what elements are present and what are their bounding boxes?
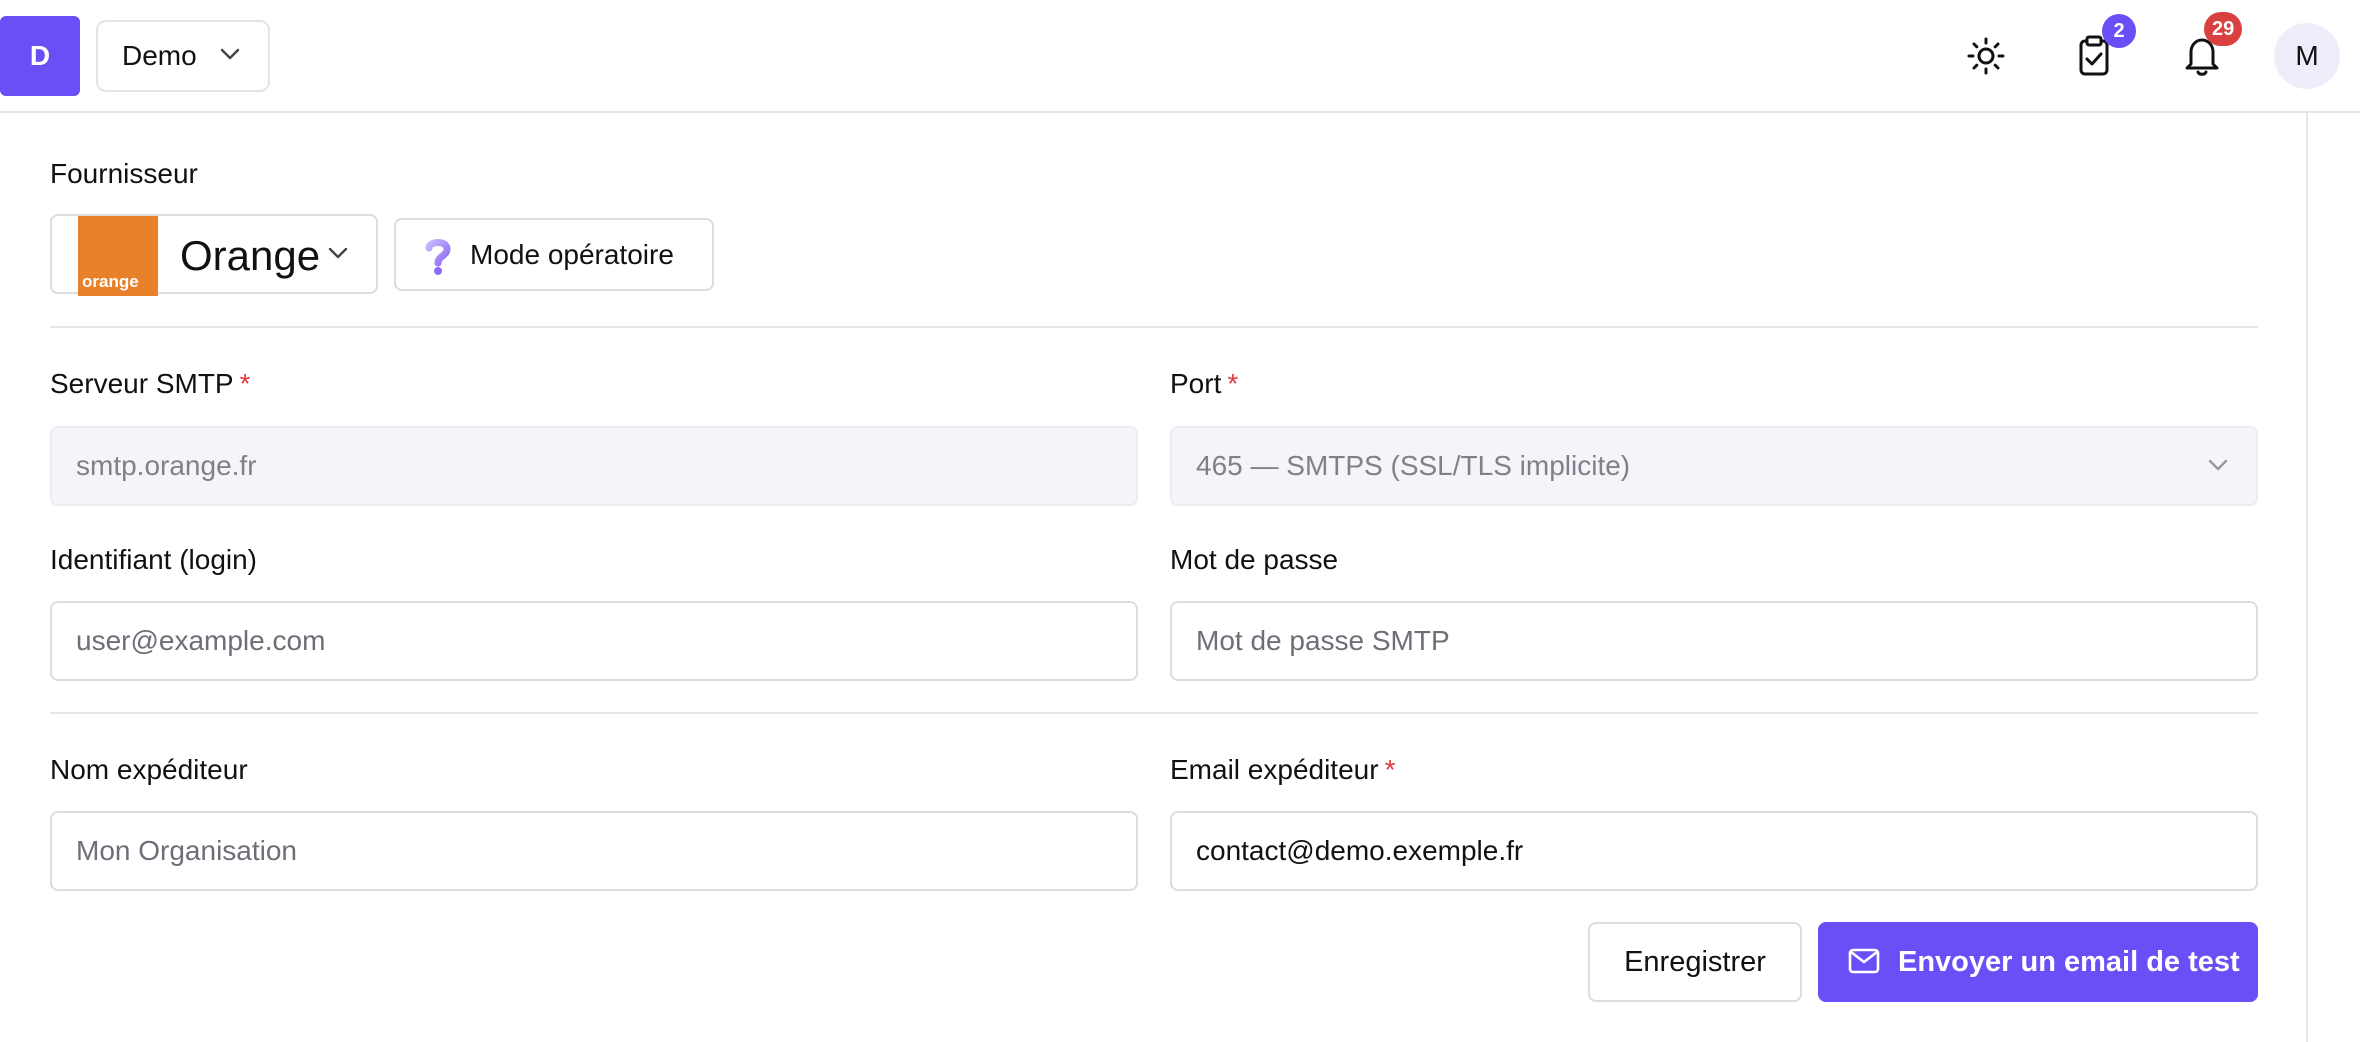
divider (50, 712, 2258, 714)
provider-selected-value: Orange (180, 232, 321, 279)
save-button[interactable]: Enregistrer (1588, 922, 1802, 1002)
login-placeholder: user@example.com (76, 625, 326, 656)
chevron-down-icon (328, 247, 348, 259)
send-test-email-button[interactable]: Envoyer un email de test (1818, 922, 2258, 1002)
chevron-down-icon (2208, 459, 2228, 471)
panel-border (2306, 113, 2308, 1042)
org-avatar[interactable]: D (0, 16, 80, 96)
tasks-count-badge: 2 (2102, 14, 2136, 48)
question-mark-icon (425, 239, 451, 275)
sender-email-label-text: Email expéditeur (1170, 754, 1379, 785)
port-value: 465 — SMTPS (SSL/TLS implicite) (1196, 450, 1631, 481)
port-select[interactable]: 465 — SMTPS (SSL/TLS implicite) (1170, 426, 2258, 506)
sender-name-label: Nom expéditeur (50, 754, 248, 785)
smtp-server-label-text: Serveur SMTP (50, 368, 234, 399)
sender-email-input[interactable]: contact@demo.exemple.fr (1170, 811, 2258, 891)
sender-email-value: contact@demo.exemple.fr (1196, 835, 1524, 866)
sender-name-placeholder: Mon Organisation (76, 835, 298, 866)
send-test-email-label: Envoyer un email de test (1898, 945, 2240, 978)
mail-icon (1848, 948, 1880, 974)
org-name: Demo (122, 40, 197, 71)
port-label: Port * (1170, 368, 1238, 400)
operating-guide-button[interactable]: Mode opératoire (394, 218, 714, 291)
operating-guide-label: Mode opératoire (470, 238, 674, 270)
smtp-server-label: Serveur SMTP * (50, 368, 251, 400)
theme-toggle-button[interactable] (1954, 24, 2018, 88)
password-input[interactable]: Mot de passe SMTP (1170, 601, 2258, 681)
orange-logo-text: orange (82, 272, 139, 291)
sender-email-label: Email expéditeur * (1170, 754, 1395, 786)
notifications-count-badge: 29 (2204, 12, 2243, 46)
sender-name-input[interactable]: Mon Organisation (50, 811, 1138, 891)
required-marker: * (239, 368, 251, 399)
smtp-server-value: smtp.orange.fr (76, 450, 257, 481)
login-input[interactable]: user@example.com (50, 601, 1138, 681)
org-selector[interactable]: Demo (96, 20, 270, 92)
sun-icon (1967, 37, 2005, 75)
orange-logo: orange (78, 216, 158, 296)
required-marker: * (1227, 368, 1239, 399)
provider-label: Fournisseur (50, 158, 198, 189)
top-bar: D Demo 2 29 M (0, 0, 2360, 113)
password-placeholder: Mot de passe SMTP (1196, 625, 1450, 656)
port-label-text: Port (1170, 368, 1222, 399)
login-label: Identifiant (login) (50, 544, 258, 575)
user-avatar[interactable]: M (2274, 23, 2340, 89)
chevron-down-icon (220, 48, 240, 60)
provider-select[interactable]: orange Orange (50, 214, 378, 296)
required-marker: * (1384, 754, 1396, 785)
password-label: Mot de passe (1170, 544, 1339, 575)
divider (50, 326, 2258, 328)
smtp-server-input[interactable]: smtp.orange.fr (50, 426, 1138, 506)
